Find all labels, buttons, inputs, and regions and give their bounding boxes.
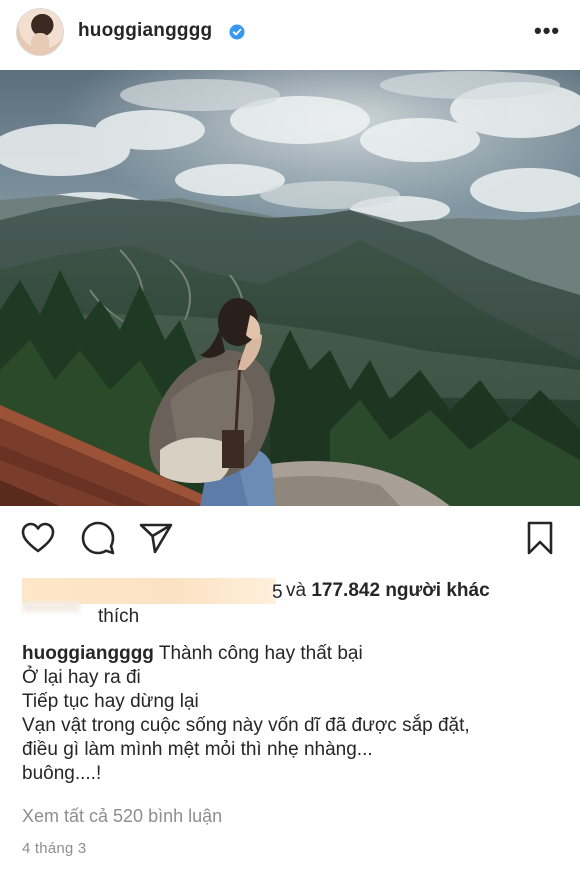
verified-badge-icon bbox=[229, 24, 245, 40]
heart-icon[interactable] bbox=[20, 520, 56, 556]
caption-line: điều gì làm mình mệt mỏi thì nhẹ nhàng..… bbox=[22, 739, 373, 760]
more-options-button[interactable]: ••• bbox=[534, 20, 560, 42]
caption-username[interactable]: huoggiangggg bbox=[22, 643, 154, 664]
bookmark-icon[interactable] bbox=[522, 520, 558, 556]
caption-line: buông....! bbox=[22, 763, 102, 784]
post-header: huoggiangggg ••• bbox=[0, 0, 580, 66]
view-all-comments-link[interactable]: Xem tất cả 520 bình luận bbox=[22, 806, 222, 827]
liker-name-tail: 5 bbox=[272, 582, 283, 603]
likes-label: thích bbox=[98, 606, 140, 627]
caption-line: Thành công hay thất bại bbox=[158, 643, 363, 664]
post-photo[interactable] bbox=[0, 70, 580, 506]
post-caption: huoggiangggg Thành công hay thất bại Ở l… bbox=[22, 642, 562, 786]
send-icon[interactable] bbox=[138, 520, 174, 556]
likes-summary[interactable]: 5 và 177.842 người khác thích bbox=[22, 578, 562, 628]
caption-line: Tiếp tục hay dừng lại bbox=[22, 691, 199, 712]
liker-name-redacted bbox=[22, 578, 276, 604]
action-bar bbox=[0, 520, 580, 564]
avatar[interactable] bbox=[16, 8, 64, 56]
caption-line: Ở lại hay ra đi bbox=[22, 667, 141, 688]
username[interactable]: huoggiangggg bbox=[78, 20, 212, 42]
post-date: 4 tháng 3 bbox=[22, 840, 87, 857]
comment-icon[interactable] bbox=[80, 520, 116, 556]
likes-count: và 177.842 người khác bbox=[286, 580, 490, 602]
mountain-landscape-photo bbox=[0, 70, 580, 506]
caption-first-line: huoggiangggg Thành công hay thất bại bbox=[22, 642, 562, 666]
liker-avatar-redacted bbox=[22, 602, 80, 612]
caption-line: Vạn vật trong cuộc sống này vốn dĩ đã đư… bbox=[22, 715, 470, 736]
likes-others-count[interactable]: 177.842 người khác bbox=[311, 580, 489, 601]
likes-conjunction: và bbox=[286, 580, 307, 601]
